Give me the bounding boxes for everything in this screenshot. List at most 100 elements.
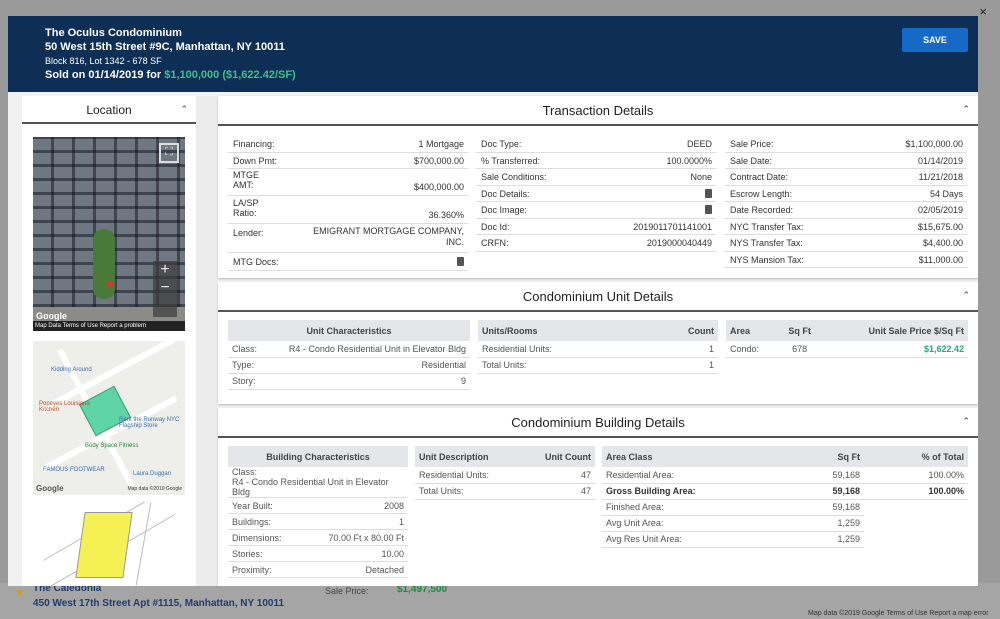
row-label: Dimensions: xyxy=(228,529,303,546)
zoom-control[interactable]: + − xyxy=(153,261,177,317)
transaction-row: Doc Type: DEED xyxy=(476,136,716,153)
tax-lot xyxy=(75,512,133,578)
row-value: 100.00% xyxy=(864,483,968,500)
row-value: 1,259 xyxy=(792,531,864,548)
row-label: MTGE AMT: xyxy=(233,170,259,190)
row-value: 2019000040449 xyxy=(646,238,712,248)
bg-sale-label: Sale Price: xyxy=(325,586,369,596)
scrollbar[interactable] xyxy=(196,96,217,586)
sold-prefix: Sold on 01/14/2019 for xyxy=(45,69,165,81)
save-button[interactable]: SAVE xyxy=(902,28,968,52)
row-value: 70.00 Ft x 80.00 Ft xyxy=(302,529,408,546)
row-label: LA/SP Ratio: xyxy=(233,198,259,218)
row-label: Type: xyxy=(228,357,265,374)
row-label: Story: xyxy=(228,373,265,390)
table-row: Total Units: 47 xyxy=(415,483,595,500)
transaction-header[interactable]: Transaction Details ⌃ xyxy=(218,96,978,126)
row-value: $400,000.00 xyxy=(413,182,464,192)
row-value: Detached xyxy=(302,561,408,578)
building-header[interactable]: Condominium Building Details ⌃ xyxy=(218,408,978,438)
transaction-row: Doc Details: xyxy=(476,186,716,202)
property-name: The Oculus Condominium xyxy=(45,27,182,39)
table-row: Buildings: 1 xyxy=(228,513,408,530)
unit-characteristics-table: Unit Characteristics Class: R4 - Condo Re… xyxy=(228,320,470,390)
document-icon[interactable] xyxy=(705,205,712,216)
zoom-in-icon[interactable]: + xyxy=(153,261,177,279)
row-label: Doc Details: xyxy=(481,188,530,199)
row-value: 36.360% xyxy=(428,210,464,220)
row-label: Total Units: xyxy=(415,483,525,500)
table-row: Total Units: 1 xyxy=(478,357,718,374)
table-row: Avg Unit Area: 1,259 xyxy=(602,515,968,532)
poi-label: Rent the Runway NYC Flagship Store xyxy=(119,417,180,429)
row-value: 01/14/2019 xyxy=(917,155,963,166)
unit-header[interactable]: Condominium Unit Details ⌃ xyxy=(218,282,978,312)
row-label: Sale Conditions: xyxy=(481,172,547,182)
sold-price: $1,100,000 ($1,622.42/SF) xyxy=(164,69,296,81)
row-label: Sale Date: xyxy=(730,155,773,166)
table-header: Unit Sale Price $/Sq Ft xyxy=(817,320,968,341)
row-value: 1 Mortgage xyxy=(418,139,464,149)
row-value: EMIGRANT MORTGAGE COMPANY, INC. xyxy=(313,226,464,247)
document-icon[interactable] xyxy=(457,257,464,268)
table-header: Unit Description xyxy=(415,446,525,467)
row-label: MTG Docs: xyxy=(233,257,279,267)
location-header[interactable]: Location ⌃ xyxy=(22,96,196,124)
table-header: % of Total xyxy=(864,446,968,467)
units-rooms-table: Units/Rooms Count Residential Units: 1 Tot… xyxy=(478,320,718,374)
row-value: 47 xyxy=(524,467,595,484)
location-panel: Location ⌃ ⛶ + − ● Google Map Data Terms … xyxy=(22,96,196,586)
transaction-row: Doc Id: 2019011701141001 xyxy=(476,219,716,235)
unit-description-table: Unit Description Unit Count Residential U… xyxy=(415,446,595,500)
table-row: Year Built: 2008 xyxy=(228,497,408,514)
row-value: 59,168 xyxy=(792,467,864,484)
row-label: Condo: xyxy=(726,341,783,358)
chevron-up-icon[interactable]: ⌃ xyxy=(180,104,188,115)
poi-label: Popeyes Louisiana Kitchen xyxy=(39,401,90,413)
row-value: 47 xyxy=(524,483,595,500)
street-map[interactable]: Kidding Around Popeyes Louisiana Kitchen… xyxy=(33,341,185,495)
sold-line: Sold on 01/14/2019 for $1,100,000 ($1,62… xyxy=(45,69,296,81)
tax-map[interactable] xyxy=(33,502,185,586)
row-value: 54 Days xyxy=(929,188,963,199)
building-characteristics-table: Building Characteristics Class: R4 - Cond… xyxy=(228,446,408,578)
row-label: Gross Building Area: xyxy=(602,483,792,500)
fullscreen-icon[interactable]: ⛶ xyxy=(159,143,179,163)
chevron-up-icon[interactable]: ⌃ xyxy=(962,290,970,301)
row-label: Residential Area: xyxy=(602,467,792,484)
transaction-title: Transaction Details xyxy=(542,103,654,118)
poi-label: Body Space Fitness xyxy=(85,443,139,449)
row-value: 11/21/2018 xyxy=(918,172,963,182)
row-label: CRFN: xyxy=(481,238,509,248)
table-header: Unit Characteristics xyxy=(228,320,470,341)
row-label: Lender: xyxy=(233,228,264,238)
row-label: Residential Units: xyxy=(415,467,525,484)
block-lot: Block 816, Lot 1342 - 678 SF xyxy=(45,56,162,66)
street-view-footer: Map Data Terms of Use Report a problem xyxy=(33,321,185,331)
zoom-out-icon[interactable]: − xyxy=(153,279,177,297)
table-row: Residential Units: 1 xyxy=(478,341,718,358)
row-value: $4,400.00 xyxy=(922,238,963,248)
transaction-row: NYS Mansion Tax: $11,000.00 xyxy=(725,252,967,268)
star-icon: ★ xyxy=(14,585,25,599)
close-icon[interactable]: × xyxy=(979,4,987,19)
row-value: 1 xyxy=(302,513,408,530)
row-value: 59,168 xyxy=(792,483,864,500)
document-icon[interactable] xyxy=(705,188,712,200)
transaction-row: CRFN: 2019000040449 xyxy=(476,235,716,252)
table-row: Story: 9 xyxy=(228,373,470,390)
chevron-up-icon[interactable]: ⌃ xyxy=(962,416,970,427)
row-value: $1,100,000.00 xyxy=(905,139,963,149)
table-header: Area Class xyxy=(602,446,792,467)
row-value: 02/05/2019 xyxy=(917,205,963,215)
transaction-panel: Transaction Details ⌃ Financing: 1 Mortgag… xyxy=(218,96,978,278)
chevron-up-icon[interactable]: ⌃ xyxy=(962,104,970,115)
row-value: 59,168 xyxy=(792,499,864,516)
bg-map-footer: Map data ©2019 Google Terms of Use Repor… xyxy=(808,610,989,617)
unit-title: Condominium Unit Details xyxy=(522,289,674,304)
location-pin-icon: ● xyxy=(106,275,115,291)
location-title: Location xyxy=(86,103,132,117)
street-view[interactable]: ⛶ + − ● Google Map Data Terms of Use Repo… xyxy=(33,137,185,331)
row-value: 100.00% xyxy=(864,467,968,484)
table-row: Avg Res Unit Area: 1,259 xyxy=(602,531,968,548)
